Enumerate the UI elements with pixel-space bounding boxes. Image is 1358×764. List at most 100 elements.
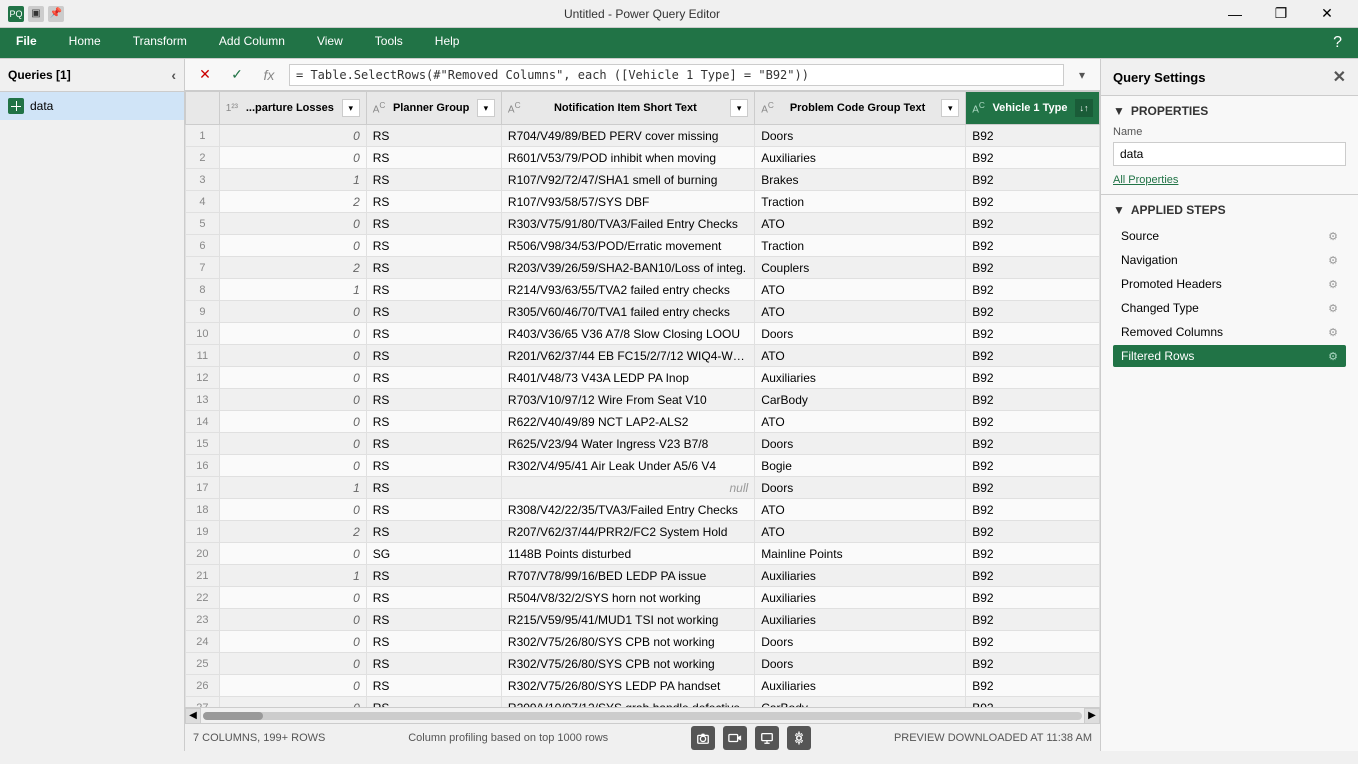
step-gear-icon-3[interactable]: ⚙ — [1328, 302, 1338, 315]
step-label-5: Filtered Rows — [1121, 349, 1194, 363]
cell-notification: R107/V93/58/57/SYS DBF — [501, 191, 754, 213]
cell-planner: RS — [366, 279, 501, 301]
cell-notification: R506/V98/34/53/POD/Erratic movement — [501, 235, 754, 257]
all-properties-link[interactable]: All Properties — [1113, 174, 1178, 186]
cell-notification: R207/V62/37/44/PRR2/FC2 System Hold — [501, 521, 754, 543]
tab-file[interactable]: File — [0, 28, 53, 58]
row-number: 16 — [186, 455, 220, 477]
col-filter-planner[interactable]: ▾ — [477, 99, 495, 117]
cell-losses: 0 — [219, 675, 366, 697]
collapse-panel-button[interactable]: ‹ — [171, 67, 176, 83]
col-header-problem[interactable]: AC Problem Code Group Text ▾ — [755, 92, 966, 125]
applied-steps-header[interactable]: ▼ APPLIED STEPS — [1113, 203, 1346, 217]
formula-input[interactable] — [289, 64, 1064, 86]
status-bar: 7 COLUMNS, 199+ ROWS Column profiling ba… — [185, 723, 1100, 751]
scroll-thumb[interactable] — [203, 712, 263, 720]
maximize-button[interactable]: ❐ — [1258, 0, 1304, 28]
row-number: 13 — [186, 389, 220, 411]
step-gear-icon-4[interactable]: ⚙ — [1328, 326, 1338, 339]
query-settings-close-button[interactable]: ✕ — [1333, 67, 1346, 87]
query-item-data[interactable]: data — [0, 92, 184, 120]
cell-problem-code: Traction — [755, 191, 966, 213]
table-body: 10RSR704/V49/89/BED PERV cover missingDo… — [186, 125, 1100, 708]
properties-section-header[interactable]: ▼ PROPERTIES — [1113, 104, 1346, 118]
col-name-losses: ...parture Losses — [242, 102, 338, 114]
step-gear-icon-5[interactable]: ⚙ — [1328, 350, 1338, 363]
cell-planner: RS — [366, 411, 501, 433]
minimize-button[interactable]: — — [1212, 0, 1258, 28]
table-row: 140RSR622/V40/49/89 NCT LAP2-ALS2ATOB92 — [186, 411, 1100, 433]
row-number: 4 — [186, 191, 220, 213]
cell-losses: 0 — [219, 367, 366, 389]
main-layout: Queries [1] ‹ data ✕ ✓ fx ▾ — [0, 59, 1358, 751]
cell-vehicle-type: B92 — [966, 279, 1100, 301]
status-icons — [691, 726, 811, 750]
step-item-removed-columns[interactable]: Removed Columns⚙ — [1113, 321, 1346, 343]
row-number: 17 — [186, 477, 220, 499]
table-row: 160RSR302/V4/95/41 Air Leak Under A5/6 V… — [186, 455, 1100, 477]
properties-label: PROPERTIES — [1131, 104, 1208, 118]
scroll-right-button[interactable]: ▶ — [1084, 708, 1100, 724]
tab-home[interactable]: Home — [53, 28, 117, 58]
row-count-label: 7 COLUMNS, 199+ ROWS — [193, 732, 325, 744]
cell-losses: 0 — [219, 587, 366, 609]
close-button[interactable]: ✕ — [1304, 0, 1350, 28]
cell-notification: R302/V75/26/80/SYS LEDP PA handset — [501, 675, 754, 697]
col-filter-problem[interactable]: ▾ — [941, 99, 959, 117]
step-item-filtered-rows[interactable]: Filtered Rows ⚙ — [1113, 345, 1346, 367]
col-filter-notif[interactable]: ▾ — [730, 99, 748, 117]
query-name-input[interactable] — [1113, 142, 1346, 166]
camera-icon[interactable] — [691, 726, 715, 750]
cell-planner: RS — [366, 521, 501, 543]
table-row: 42RSR107/V93/58/57/SYS DBFTractionB92 — [186, 191, 1100, 213]
col-header-planner[interactable]: AC Planner Group ▾ — [366, 92, 501, 125]
help-icon[interactable]: ? — [1317, 28, 1358, 58]
cell-losses: 0 — [219, 543, 366, 565]
col-header-vehicle[interactable]: AC Vehicle 1 Type ↓↑ — [966, 92, 1100, 125]
cell-planner: RS — [366, 433, 501, 455]
window-icon-small: ▣ — [28, 6, 44, 22]
col-header-losses[interactable]: 1²³ ...parture Losses ▾ — [219, 92, 366, 125]
scroll-track[interactable] — [203, 712, 1082, 720]
formula-expand-button[interactable]: ▾ — [1072, 65, 1092, 85]
tab-view[interactable]: View — [301, 28, 359, 58]
tab-add-column[interactable]: Add Column — [203, 28, 301, 58]
row-number: 14 — [186, 411, 220, 433]
cell-losses: 0 — [219, 301, 366, 323]
col-filter-vehicle[interactable]: ↓↑ — [1075, 99, 1093, 117]
screen-icon[interactable] — [755, 726, 779, 750]
cell-notification: R707/V78/99/16/BED LEDP PA issue — [501, 565, 754, 587]
col-type-icon-problem: AC — [761, 100, 774, 115]
cell-planner: RS — [366, 389, 501, 411]
table-row: 60RSR506/V98/34/53/POD/Erratic movementT… — [186, 235, 1100, 257]
step-item-source[interactable]: Source⚙ — [1113, 225, 1346, 247]
video-icon[interactable] — [723, 726, 747, 750]
col-filter-losses[interactable]: ▾ — [342, 99, 360, 117]
cell-problem-code: Traction — [755, 235, 966, 257]
table-row: 50RSR303/V75/91/80/TVA3/Failed Entry Che… — [186, 213, 1100, 235]
step-item-promoted-headers[interactable]: Promoted Headers⚙ — [1113, 273, 1346, 295]
cell-problem-code: Auxiliaries — [755, 587, 966, 609]
formula-confirm-button[interactable]: ✓ — [225, 63, 249, 87]
step-item-navigation[interactable]: Navigation⚙ — [1113, 249, 1346, 271]
step-item-changed-type[interactable]: Changed Type⚙ — [1113, 297, 1346, 319]
horizontal-scrollbar[interactable]: ◀ ▶ — [185, 707, 1100, 723]
step-gear-icon-0[interactable]: ⚙ — [1328, 230, 1338, 243]
grid-cell-1 — [11, 101, 16, 106]
table-row: 72RSR203/V39/26/59/SHA2-BAN10/Loss of in… — [186, 257, 1100, 279]
tab-tools[interactable]: Tools — [359, 28, 419, 58]
settings-icon[interactable] — [787, 726, 811, 750]
scroll-left-button[interactable]: ◀ — [185, 708, 201, 724]
tab-transform[interactable]: Transform — [117, 28, 203, 58]
step-gear-icon-2[interactable]: ⚙ — [1328, 278, 1338, 291]
col-header-notif[interactable]: AC Notification Item Short Text ▾ — [501, 92, 754, 125]
data-table-container[interactable]: 1²³ ...parture Losses ▾ AC Planner Group… — [185, 91, 1100, 707]
formula-cancel-button[interactable]: ✕ — [193, 63, 217, 87]
tab-help[interactable]: Help — [419, 28, 476, 58]
cell-notification: R303/V75/91/80/TVA3/Failed Entry Checks — [501, 213, 754, 235]
steps-list: Source⚙Navigation⚙Promoted Headers⚙Chang… — [1113, 225, 1346, 367]
step-gear-icon-1[interactable]: ⚙ — [1328, 254, 1338, 267]
cell-problem-code: Doors — [755, 323, 966, 345]
row-number: 12 — [186, 367, 220, 389]
cell-vehicle-type: B92 — [966, 433, 1100, 455]
